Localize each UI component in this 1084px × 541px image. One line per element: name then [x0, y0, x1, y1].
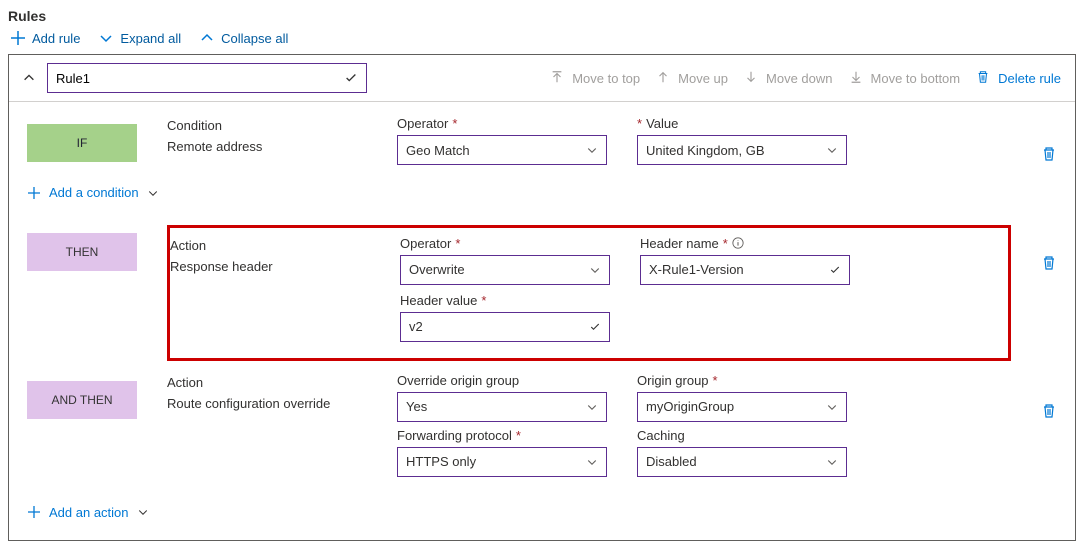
header-value-value: v2 — [409, 319, 589, 334]
header-name-value: X-Rule1-Version — [649, 262, 829, 277]
collapse-all-label: Collapse all — [221, 31, 288, 46]
add-condition-button[interactable]: Add a condition — [27, 185, 159, 200]
required-star: * — [713, 373, 718, 388]
forwarding-protocol-label: Forwarding protocol — [397, 428, 512, 443]
forwarding-protocol-select[interactable]: HTTPS only — [397, 447, 607, 477]
move-to-top-button: Move to top — [546, 70, 644, 86]
forwarding-protocol-value: HTTPS only — [406, 454, 586, 469]
delete-action2-button[interactable] — [1041, 403, 1057, 419]
caching-select[interactable]: Disabled — [637, 447, 847, 477]
action-operator-value: Overwrite — [409, 262, 589, 277]
rule-name-field[interactable] — [47, 63, 367, 93]
origin-group-select[interactable]: myOriginGroup — [637, 392, 847, 422]
condition-operator-select[interactable]: Geo Match — [397, 135, 607, 165]
info-icon — [732, 237, 744, 249]
chevron-down-icon — [586, 456, 598, 468]
caching-value: Disabled — [646, 454, 826, 469]
header-value-input[interactable]: v2 — [400, 312, 610, 342]
override-origin-label: Override origin group — [397, 373, 519, 388]
header-value-label: Header value — [400, 293, 477, 308]
action2-label: Action — [167, 375, 367, 390]
rule-name-input[interactable] — [56, 71, 344, 86]
condition-sublabel: Remote address — [167, 139, 367, 154]
add-condition-label: Add a condition — [49, 185, 139, 200]
required-star: * — [481, 293, 486, 308]
origin-group-label: Origin group — [637, 373, 709, 388]
chevron-down-icon — [137, 506, 149, 518]
action2-sublabel: Route configuration override — [167, 396, 367, 411]
trash-icon — [976, 70, 992, 86]
override-origin-value: Yes — [406, 399, 586, 414]
expand-all-label: Expand all — [120, 31, 181, 46]
rules-title: Rules — [8, 8, 1076, 24]
chevron-down-icon — [147, 187, 159, 199]
delete-condition-button[interactable] — [1041, 146, 1057, 162]
plus-icon — [27, 186, 41, 200]
condition-value-label: Value — [646, 116, 678, 131]
delete-action-button[interactable] — [1041, 255, 1057, 271]
chevron-down-icon — [98, 30, 114, 46]
rule-card: Move to top Move up Move down Move to bo… — [8, 54, 1076, 541]
delete-rule-button[interactable]: Delete rule — [972, 70, 1065, 86]
move-top-icon — [550, 70, 566, 86]
arrow-up-icon — [656, 70, 672, 86]
move-up-button: Move up — [652, 70, 732, 86]
if-badge: IF — [27, 124, 137, 162]
then-badge: THEN — [27, 233, 137, 271]
action-operator-select[interactable]: Overwrite — [400, 255, 610, 285]
chevron-down-icon — [589, 264, 601, 276]
move-up-label: Move up — [678, 71, 728, 86]
highlighted-region: Action Response header Operator * Overwr… — [167, 225, 1011, 361]
check-icon — [589, 321, 601, 333]
required-star: * — [452, 116, 457, 131]
action-label: Action — [170, 238, 370, 253]
arrow-down-icon — [744, 70, 760, 86]
and-then-badge: AND THEN — [27, 381, 137, 419]
chevron-down-icon — [586, 401, 598, 413]
chevron-up-icon — [199, 30, 215, 46]
move-down-button: Move down — [740, 70, 836, 86]
chevron-down-icon — [826, 456, 838, 468]
rules-toolbar: Add rule Expand all Collapse all — [8, 30, 1076, 46]
required-star: * — [455, 236, 460, 251]
header-name-input[interactable]: X-Rule1-Version — [640, 255, 850, 285]
move-to-top-label: Move to top — [572, 71, 640, 86]
check-icon — [344, 71, 358, 85]
required-star: * — [723, 236, 728, 251]
header-name-label: Header name — [640, 236, 719, 251]
collapse-all-button[interactable]: Collapse all — [199, 30, 288, 46]
required-star: * — [637, 116, 642, 131]
plus-icon — [27, 505, 41, 519]
move-to-bottom-label: Move to bottom — [871, 71, 961, 86]
expand-all-button[interactable]: Expand all — [98, 30, 181, 46]
origin-group-value: myOriginGroup — [646, 399, 826, 414]
rule-header: Move to top Move up Move down Move to bo… — [9, 55, 1075, 102]
move-down-label: Move down — [766, 71, 832, 86]
check-icon — [829, 264, 841, 276]
plus-icon — [10, 30, 26, 46]
chevron-down-icon — [826, 401, 838, 413]
chevron-down-icon — [586, 144, 598, 156]
add-rule-label: Add rule — [32, 31, 80, 46]
required-star: * — [516, 428, 521, 443]
add-rule-button[interactable]: Add rule — [10, 30, 80, 46]
condition-operator-value: Geo Match — [406, 143, 586, 158]
condition-label: Condition — [167, 118, 367, 133]
override-origin-select[interactable]: Yes — [397, 392, 607, 422]
move-to-bottom-button: Move to bottom — [845, 70, 965, 86]
delete-rule-label: Delete rule — [998, 71, 1061, 86]
condition-value-select[interactable]: United Kingdom, GB — [637, 135, 847, 165]
rule-collapse-toggle[interactable] — [19, 68, 39, 88]
action-sublabel: Response header — [170, 259, 370, 274]
condition-value-value: United Kingdom, GB — [646, 143, 826, 158]
move-bottom-icon — [849, 70, 865, 86]
action-operator-label: Operator — [400, 236, 451, 251]
caching-label: Caching — [637, 428, 685, 443]
condition-operator-label: Operator — [397, 116, 448, 131]
chevron-down-icon — [826, 144, 838, 156]
